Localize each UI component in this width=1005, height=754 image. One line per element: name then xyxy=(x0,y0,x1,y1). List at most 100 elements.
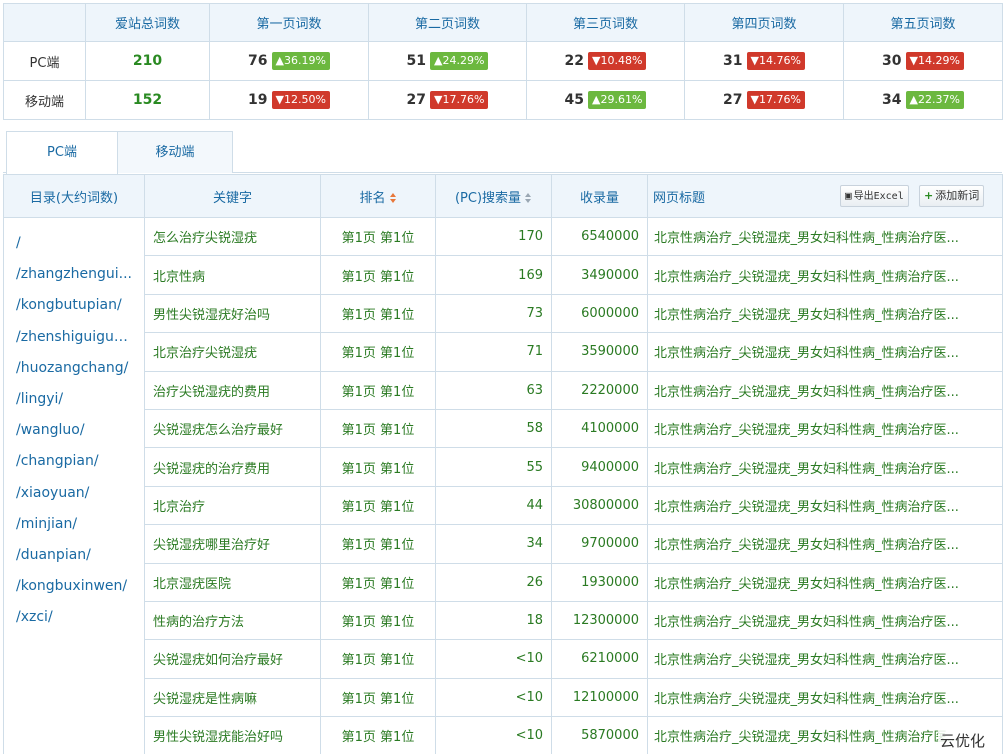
page-word-count: 27 xyxy=(723,92,743,108)
keyword-cell[interactable]: 北京治疗 xyxy=(144,485,321,526)
change-badge: ▼17.76% xyxy=(430,91,489,109)
page-title-cell[interactable]: 北京性病治疗_尖锐湿疣_男女妇科性病_性病治疗医... xyxy=(647,485,1003,526)
summary-table: 爱站总词数 第一页词数 第二页词数 第三页词数 第四页词数 第五页词数 PC端 2… xyxy=(3,3,1003,120)
keyword-cell[interactable]: 男性尖锐湿疣能治好吗 xyxy=(144,716,321,754)
directory-link[interactable]: /wangluo/ xyxy=(16,415,134,446)
directory-link[interactable]: /xiaoyuan/ xyxy=(16,478,134,509)
summary-page-cell: 19 ▼12.50% xyxy=(209,80,369,120)
keyword-cell[interactable]: 男性尖锐湿疣好治吗 xyxy=(144,293,321,334)
keyword-cell[interactable]: 尖锐湿疣怎么治疗最好 xyxy=(144,408,321,449)
page-title-cell[interactable]: 北京性病治疗_尖锐湿疣_男女妇科性病_性病治疗医... xyxy=(647,562,1003,602)
header-rank[interactable]: 排名 xyxy=(320,174,436,218)
sort-icon[interactable] xyxy=(389,192,397,204)
export-excel-button[interactable]: ▣ 导出Excel xyxy=(840,185,909,207)
search-volume-cell: <10 xyxy=(435,716,552,754)
excel-icon: ▣ xyxy=(845,189,852,202)
header-search-label: (PC)搜索量 xyxy=(454,190,522,206)
summary-row-label: PC端 xyxy=(3,41,86,81)
keyword-cell[interactable]: 北京性病 xyxy=(144,255,321,295)
page-title-cell[interactable]: 北京性病治疗_尖锐湿疣_男女妇科性病_性病治疗医... xyxy=(647,332,1003,372)
indexed-cell: 6000000 xyxy=(551,293,648,334)
indexed-cell: 4100000 xyxy=(551,408,648,449)
table-row: 北京治疗尖锐湿疣 第1页 第1位 71 3590000 北京性病治疗_尖锐湿疣_男女妇科… xyxy=(4,332,1003,372)
indexed-cell: 3490000 xyxy=(551,255,648,295)
rank-cell: 第1页 第1位 xyxy=(320,332,436,372)
summary-header-blank xyxy=(3,3,86,42)
table-row: 尖锐湿疣的治疗费用 第1页 第1位 55 9400000 北京性病治疗_尖锐湿疣_男女妇… xyxy=(4,447,1003,487)
device-tabs: PC端 移动端 xyxy=(3,131,1002,174)
table-row: 北京性病 第1页 第1位 169 3490000 北京性病治疗_尖锐湿疣_男女妇科性病_… xyxy=(4,255,1003,295)
rank-cell: 第1页 第1位 xyxy=(320,639,436,679)
indexed-cell: 6210000 xyxy=(551,639,648,679)
page-word-count: 45 xyxy=(564,92,585,108)
directory-link[interactable]: /duanpian/ xyxy=(16,540,134,571)
summary-header-page4: 第四页词数 xyxy=(684,3,844,42)
header-page-title: 网页标题 ▣ 导出Excel + 添加新词 xyxy=(647,174,1003,218)
header-search-volume[interactable]: (PC)搜索量 xyxy=(435,174,552,218)
keyword-cell[interactable]: 尖锐湿疣如何治疗最好 xyxy=(144,639,321,679)
page-word-count: 22 xyxy=(564,53,585,69)
page-title-cell[interactable]: 北京性病治疗_尖锐湿疣_男女妇科性病_性病治疗医... xyxy=(647,600,1003,641)
directory-link[interactable]: /lingyi/ xyxy=(16,384,134,415)
directory-link[interactable]: /minjian/ xyxy=(16,509,134,540)
page-title-cell[interactable]: 北京性病治疗_尖锐湿疣_男女妇科性病_性病治疗医... xyxy=(647,677,1003,718)
indexed-cell: 30800000 xyxy=(551,485,648,526)
rank-cell: 第1页 第1位 xyxy=(320,216,436,257)
summary-total: 152 xyxy=(85,80,210,120)
indexed-cell: 5870000 xyxy=(551,716,648,754)
table-row: 北京湿疣医院 第1页 第1位 26 1930000 北京性病治疗_尖锐湿疣_男女妇科性病… xyxy=(4,562,1003,602)
search-volume-cell: 71 xyxy=(435,332,552,372)
tab-mobile[interactable]: 移动端 xyxy=(117,131,233,173)
directory-link[interactable]: /kongbutupian/ xyxy=(16,290,134,321)
rank-cell: 第1页 第1位 xyxy=(320,370,436,410)
keyword-cell[interactable]: 尖锐湿疣的治疗费用 xyxy=(144,447,321,487)
search-volume-cell: 170 xyxy=(435,216,552,257)
directory-link[interactable]: / xyxy=(16,228,134,259)
rank-cell: 第1页 第1位 xyxy=(320,255,436,295)
keyword-cell[interactable]: 北京治疗尖锐湿疣 xyxy=(144,332,321,372)
page-title-cell[interactable]: 北京性病治疗_尖锐湿疣_男女妇科性病_性病治疗医... xyxy=(647,639,1003,679)
change-badge: ▲36.19% xyxy=(271,52,330,70)
page-title-cell[interactable]: 北京性病治疗_尖锐湿疣_男女妇科性病_性病治疗医... xyxy=(647,255,1003,295)
change-badge: ▼12.50% xyxy=(271,91,330,109)
add-label: 添加新词 xyxy=(935,189,980,202)
keyword-cell[interactable]: 性病的治疗方法 xyxy=(144,600,321,641)
page-title-cell[interactable]: 北京性病治疗_尖锐湿疣_男女妇科性病_性病治疗医... xyxy=(647,370,1003,410)
keyword-cell[interactable]: 治疗尖锐湿疣的费用 xyxy=(144,370,321,410)
table-row: 尖锐湿疣哪里治疗好 第1页 第1位 34 9700000 北京性病治疗_尖锐湿疣_男女妇… xyxy=(4,524,1003,564)
summary-header-page3: 第三页词数 xyxy=(526,3,685,42)
directory-link[interactable]: /xzci/ xyxy=(16,602,134,633)
tab-pc[interactable]: PC端 xyxy=(6,131,118,174)
header-rank-label: 排名 xyxy=(359,190,386,206)
summary-page-cell: 34 ▲22.37% xyxy=(843,80,1003,120)
directory-link[interactable]: /zhenshiguigus... xyxy=(16,322,134,353)
page-title-cell[interactable]: 北京性病治疗_尖锐湿疣_男女妇科性病_性病治疗医... xyxy=(647,216,1003,257)
directory-link[interactable]: /changpian/ xyxy=(16,446,134,477)
table-row: 北京治疗 第1页 第1位 44 30800000 北京性病治疗_尖锐湿疣_男女妇科性病_… xyxy=(4,485,1003,526)
table-row: 尖锐湿疣是性病嘛 第1页 第1位 <10 12100000 北京性病治疗_尖锐湿疣_男女… xyxy=(4,677,1003,718)
header-title-label: 网页标题 xyxy=(653,190,706,206)
table-row: //zhangzhengui.../kongbutupian//zhenshig… xyxy=(3,216,1003,754)
sort-icon[interactable] xyxy=(525,192,532,204)
page-title-cell[interactable]: 北京性病治疗_尖锐湿疣_男女妇科性病_性病治疗医... xyxy=(647,447,1003,487)
indexed-cell: 9700000 xyxy=(551,524,648,564)
page-title-cell[interactable]: 北京性病治疗_尖锐湿疣_男女妇科性病_性病治疗医... xyxy=(647,524,1003,564)
keyword-cell[interactable]: 尖锐湿疣是性病嘛 xyxy=(144,677,321,718)
summary-total: 210 xyxy=(85,41,210,81)
keyword-cell[interactable]: 怎么治疗尖锐湿疣 xyxy=(144,216,321,257)
page-title-cell[interactable]: 北京性病治疗_尖锐湿疣_男女妇科性病_性病治疗医... xyxy=(647,293,1003,334)
indexed-cell: 12300000 xyxy=(551,600,648,641)
keyword-cell[interactable]: 尖锐湿疣哪里治疗好 xyxy=(144,524,321,564)
summary-header-page5: 第五页词数 xyxy=(843,3,1003,42)
keyword-cell[interactable]: 北京湿疣医院 xyxy=(144,562,321,602)
keyword-table: 目录(大约词数) 关键字 排名 (PC)搜索量 收录量 网页标题 ▣ 导出Exce… xyxy=(3,174,1003,754)
rank-cell: 第1页 第1位 xyxy=(320,677,436,718)
keyword-header-row: 目录(大约词数) 关键字 排名 (PC)搜索量 收录量 网页标题 ▣ 导出Exce… xyxy=(3,174,1003,218)
directory-link[interactable]: /kongbuxinwen/ xyxy=(16,571,134,602)
page-title-cell[interactable]: 北京性病治疗_尖锐湿疣_男女妇科性病_性病治疗医... xyxy=(647,408,1003,449)
directory-link[interactable]: /huozangchang/ xyxy=(16,353,134,384)
add-keyword-button[interactable]: + 添加新词 xyxy=(919,185,985,207)
directory-link[interactable]: /zhangzhengui... xyxy=(16,259,134,290)
page-word-count: 51 xyxy=(406,53,427,69)
indexed-cell: 9400000 xyxy=(551,447,648,487)
